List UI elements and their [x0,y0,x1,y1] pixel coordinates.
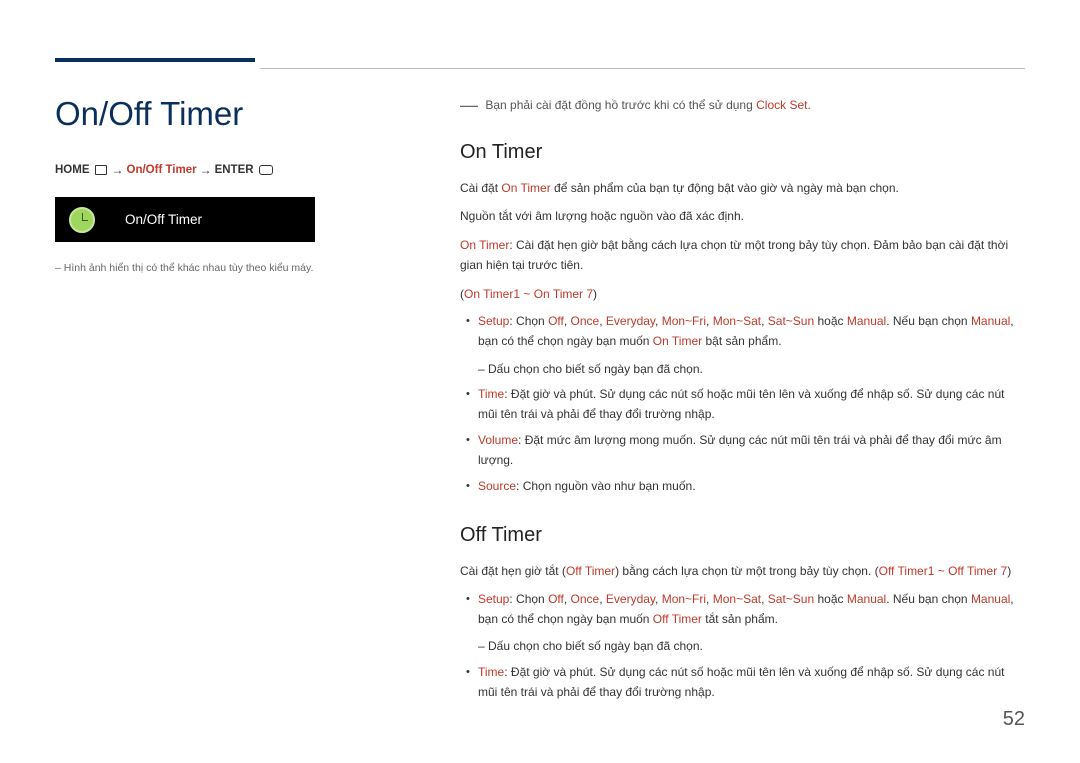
check-note-off: Dấu chọn cho biết số ngày bạn đã chọn. [460,637,1025,657]
opt: Sat~Sun [768,314,814,328]
text: : Chọn [509,592,548,606]
header-accent-bar [55,58,255,62]
opt: Everyday [606,314,655,328]
opt: Mon~Fri [662,592,706,606]
top-notice-link: Clock Set [756,98,807,112]
text: : Chọn nguồn vào như bạn muốn. [516,479,696,493]
text: bật sản phẩm. [702,334,781,348]
opt: Manual [847,592,886,606]
off-timer-heading: Off Timer [460,524,1025,547]
text-red: On Timer [460,238,509,252]
opt: On Timer [653,334,702,348]
dash-icon: ― [460,95,478,115]
opt: Manual [971,314,1010,328]
setup-label: Setup [478,592,509,606]
opt: Manual [847,314,886,328]
breadcrumb-enter: ENTER [215,164,254,176]
text: hoặc [814,314,847,328]
opt: Sat~Sun [768,592,814,606]
text: hoặc [814,592,847,606]
text: : Chọn [509,314,548,328]
text-red: Off Timer [566,564,615,578]
text: : Đặt mức âm lượng mong muốn. Sử dụng cá… [478,433,1002,467]
text: Cài đặt hẹn giờ tắt ( [460,564,566,578]
on-timer-line3: On Timer: Cài đặt hẹn giờ bật bằng cách … [460,235,1025,276]
arrow-icon: → [200,163,212,177]
range-text: Off Timer1 ~ Off Timer 7 [879,564,1008,578]
text: tắt sản phẩm. [702,612,778,626]
on-timer-list-cont: Time: Đặt giờ và phút. Sử dụng các nút s… [460,385,1025,496]
setup-label: Setup [478,314,509,328]
page-number: 52 [1003,708,1025,731]
opt: Off Timer [653,612,702,626]
left-note: – Hình ảnh hiển thị có thể khác nhau tùy… [55,262,440,274]
opt: Everyday [606,592,655,606]
period: . [807,98,810,112]
page-title: On/Off Timer [55,95,440,133]
text: . Nếu bạn chọn [886,592,971,606]
breadcrumb: HOME → On/Off Timer → ENTER [55,163,440,177]
list-item-time: Time: Đặt giờ và phút. Sử dụng các nút s… [460,385,1025,425]
opt: Off [548,314,564,328]
list-item-volume: Volume: Đặt mức âm lượng mong muốn. Sử d… [460,431,1025,471]
text: ) bằng cách lựa chọn từ một trong bảy tù… [615,564,879,578]
volume-label: Volume [478,433,518,447]
off-timer-list: Setup: Chọn Off, Once, Everyday, Mon~Fri… [460,590,1025,630]
home-icon [95,165,107,175]
text: : Đặt giờ và phút. Sử dụng các nút số ho… [478,665,1004,699]
on-timer-line2: Nguồn tắt với âm lượng hoặc nguồn vào đã… [460,206,1025,226]
text: : Cài đặt hẹn giờ bật bằng cách lựa chọn… [460,238,1008,272]
top-notice: ― Bạn phải cài đặt đồng hồ trước khi có … [460,95,1025,116]
enter-icon [259,165,273,175]
arrow-icon: → [112,163,124,177]
top-notice-text: Bạn phải cài đặt đồng hồ trước khi có th… [485,98,756,112]
header-divider [260,68,1025,69]
breadcrumb-home: HOME [55,164,90,176]
text: . Nếu bạn chọn [886,314,971,328]
opt: Once [571,314,600,328]
opt: Once [571,592,600,606]
text: Cài đặt [460,181,501,195]
on-timer-heading: On Timer [460,141,1025,164]
text-red: On Timer [501,181,550,195]
on-timer-line1: Cài đặt On Timer để sản phẩm của bạn tự … [460,178,1025,198]
time-label: Time [478,387,504,401]
on-timer-range: (On Timer1 ~ On Timer 7) [460,284,1025,304]
text: : Đặt giờ và phút. Sử dụng các nút số ho… [478,387,1004,421]
opt: Mon~Sat [713,592,761,606]
off-timer-list-cont: Time: Đặt giờ và phút. Sử dụng các nút s… [460,663,1025,703]
source-label: Source [478,479,516,493]
list-item-setup-off: Setup: Chọn Off, Once, Everyday, Mon~Fri… [460,590,1025,630]
opt: Mon~Fri [662,314,706,328]
list-item-setup: Setup: Chọn Off, Once, Everyday, Mon~Fri… [460,312,1025,352]
list-item-time-off: Time: Đặt giờ và phút. Sử dụng các nút s… [460,663,1025,703]
opt: Off [548,592,564,606]
opt: Manual [971,592,1010,606]
on-timer-list: Setup: Chọn Off, Once, Everyday, Mon~Fri… [460,312,1025,352]
clock-icon [69,207,95,233]
right-column: ― Bạn phải cài đặt đồng hồ trước khi có … [460,95,1025,711]
range-text: On Timer1 ~ On Timer 7 [464,287,593,301]
check-note: Dấu chọn cho biết số ngày bạn đã chọn. [460,360,1025,380]
breadcrumb-mid: On/Off Timer [127,164,197,176]
menu-preview-label: On/Off Timer [125,212,202,227]
text: ) [1007,564,1011,578]
menu-preview-box: On/Off Timer [55,197,315,242]
opt: Mon~Sat [713,314,761,328]
list-item-source: Source: Chọn nguồn vào như bạn muốn. [460,477,1025,497]
off-timer-line1: Cài đặt hẹn giờ tắt (Off Timer) bằng các… [460,561,1025,581]
text: để sản phẩm của bạn tự động bật vào giờ … [551,181,899,195]
left-column: On/Off Timer HOME → On/Off Timer → ENTER… [55,95,460,711]
time-label: Time [478,665,504,679]
